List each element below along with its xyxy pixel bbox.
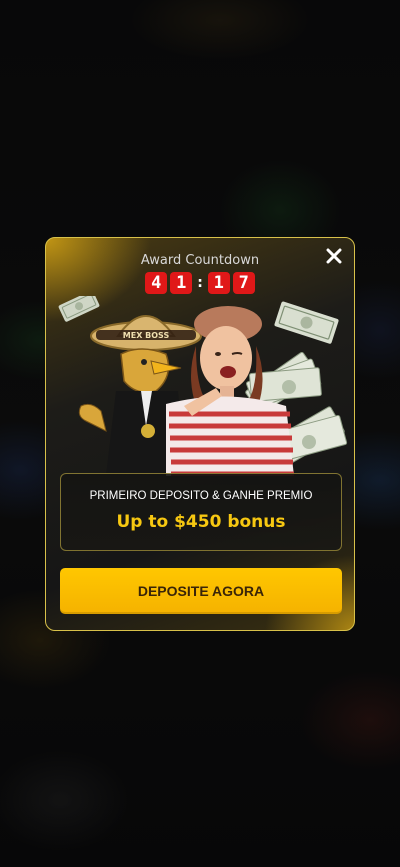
countdown-digit: 7 [232, 272, 255, 294]
promo-modal: Award Countdown 4 1 : 1 7 MEX BOSS PRIME… [45, 237, 355, 631]
countdown-timer: 4 1 : 1 7 [46, 272, 354, 294]
promo-card: PRIMEIRO DEPOSITO & GANHE PREMIO Up to $… [60, 473, 342, 551]
deposit-button[interactable]: DEPOSITE AGORA [60, 568, 342, 614]
countdown-digit: 4 [145, 272, 168, 294]
hat-band-text: MEX BOSS [123, 331, 170, 340]
countdown-separator: : [197, 275, 203, 291]
countdown-digit: 1 [207, 272, 230, 294]
money-bill-icon [58, 296, 100, 322]
promo-bonus: Up to $450 bonus [116, 512, 286, 532]
countdown-title: Award Countdown [140, 253, 260, 268]
promo-title: PRIMEIRO DEPOSITO & GANHE PREMIO [89, 490, 313, 502]
countdown-digit: 1 [170, 272, 193, 294]
hero-illustration: MEX BOSS [58, 296, 348, 476]
money-bill-icon [274, 301, 339, 344]
